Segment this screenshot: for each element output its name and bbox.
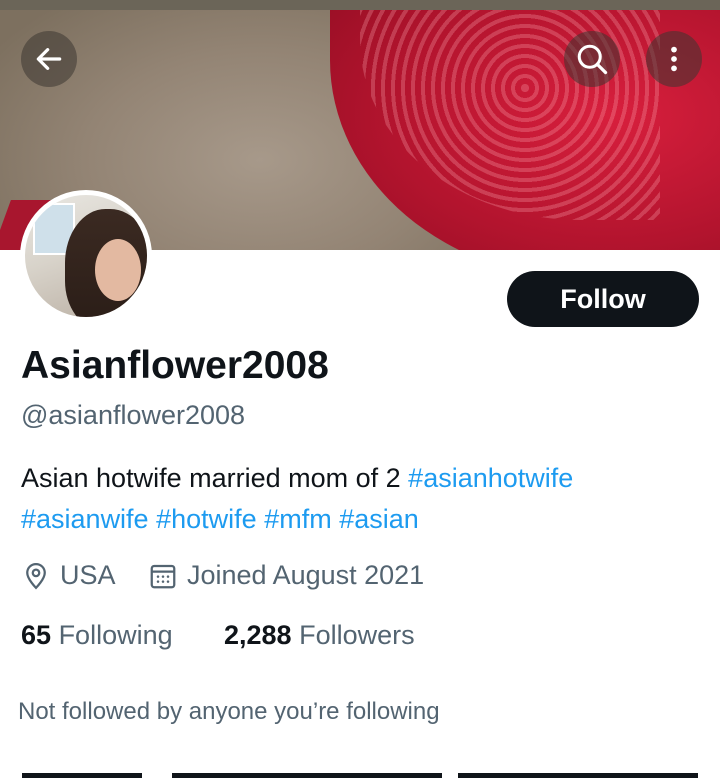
following-label: Following bbox=[58, 620, 173, 650]
tab-tweets[interactable] bbox=[22, 773, 142, 778]
hashtag-link[interactable]: #mfm bbox=[264, 504, 332, 534]
user-handle: @asianflower2008 bbox=[21, 400, 246, 430]
hashtag-link[interactable]: #asianhotwife bbox=[408, 463, 573, 493]
hashtag-link[interactable]: #hotwife bbox=[156, 504, 257, 534]
followers-count: 2,288 bbox=[224, 620, 292, 650]
location-text: USA bbox=[60, 560, 116, 590]
avatar-face bbox=[95, 239, 141, 301]
more-button[interactable] bbox=[646, 31, 702, 87]
location-info: USA bbox=[21, 560, 116, 591]
hashtag-link[interactable]: #asianwife bbox=[21, 504, 149, 534]
more-vertical-icon bbox=[671, 46, 677, 72]
avatar-image bbox=[25, 195, 147, 317]
avatar[interactable] bbox=[20, 190, 152, 322]
bio-text: Asian hotwife married mom of 2 bbox=[21, 463, 401, 493]
location-pin-icon bbox=[26, 562, 46, 589]
following-link[interactable]: 65 Following bbox=[21, 620, 173, 651]
joined-text: Joined August 2021 bbox=[187, 560, 425, 590]
profile-bio: Asian hotwife married mom of 2 #asianhot… bbox=[21, 458, 711, 540]
display-name: Asianflower2008 bbox=[21, 344, 329, 387]
arrow-left-icon bbox=[36, 48, 62, 70]
followers-label: Followers bbox=[299, 620, 415, 650]
followers-link[interactable]: 2,288 Followers bbox=[224, 620, 415, 651]
status-bar-strip bbox=[0, 0, 720, 10]
not-followed-notice: Not followed by anyone you’re following bbox=[18, 698, 440, 725]
follow-button[interactable]: Follow bbox=[507, 271, 699, 327]
joined-info: Joined August 2021 bbox=[148, 560, 424, 591]
back-button[interactable] bbox=[21, 31, 77, 87]
calendar-icon bbox=[150, 564, 176, 588]
search-icon bbox=[577, 44, 608, 75]
following-count: 65 bbox=[21, 620, 52, 650]
tab-media[interactable] bbox=[458, 773, 698, 778]
tab-tweets-replies[interactable] bbox=[172, 773, 442, 778]
search-button[interactable] bbox=[564, 31, 620, 87]
profile-tabs bbox=[0, 765, 720, 778]
hashtag-link[interactable]: #asian bbox=[339, 504, 419, 534]
